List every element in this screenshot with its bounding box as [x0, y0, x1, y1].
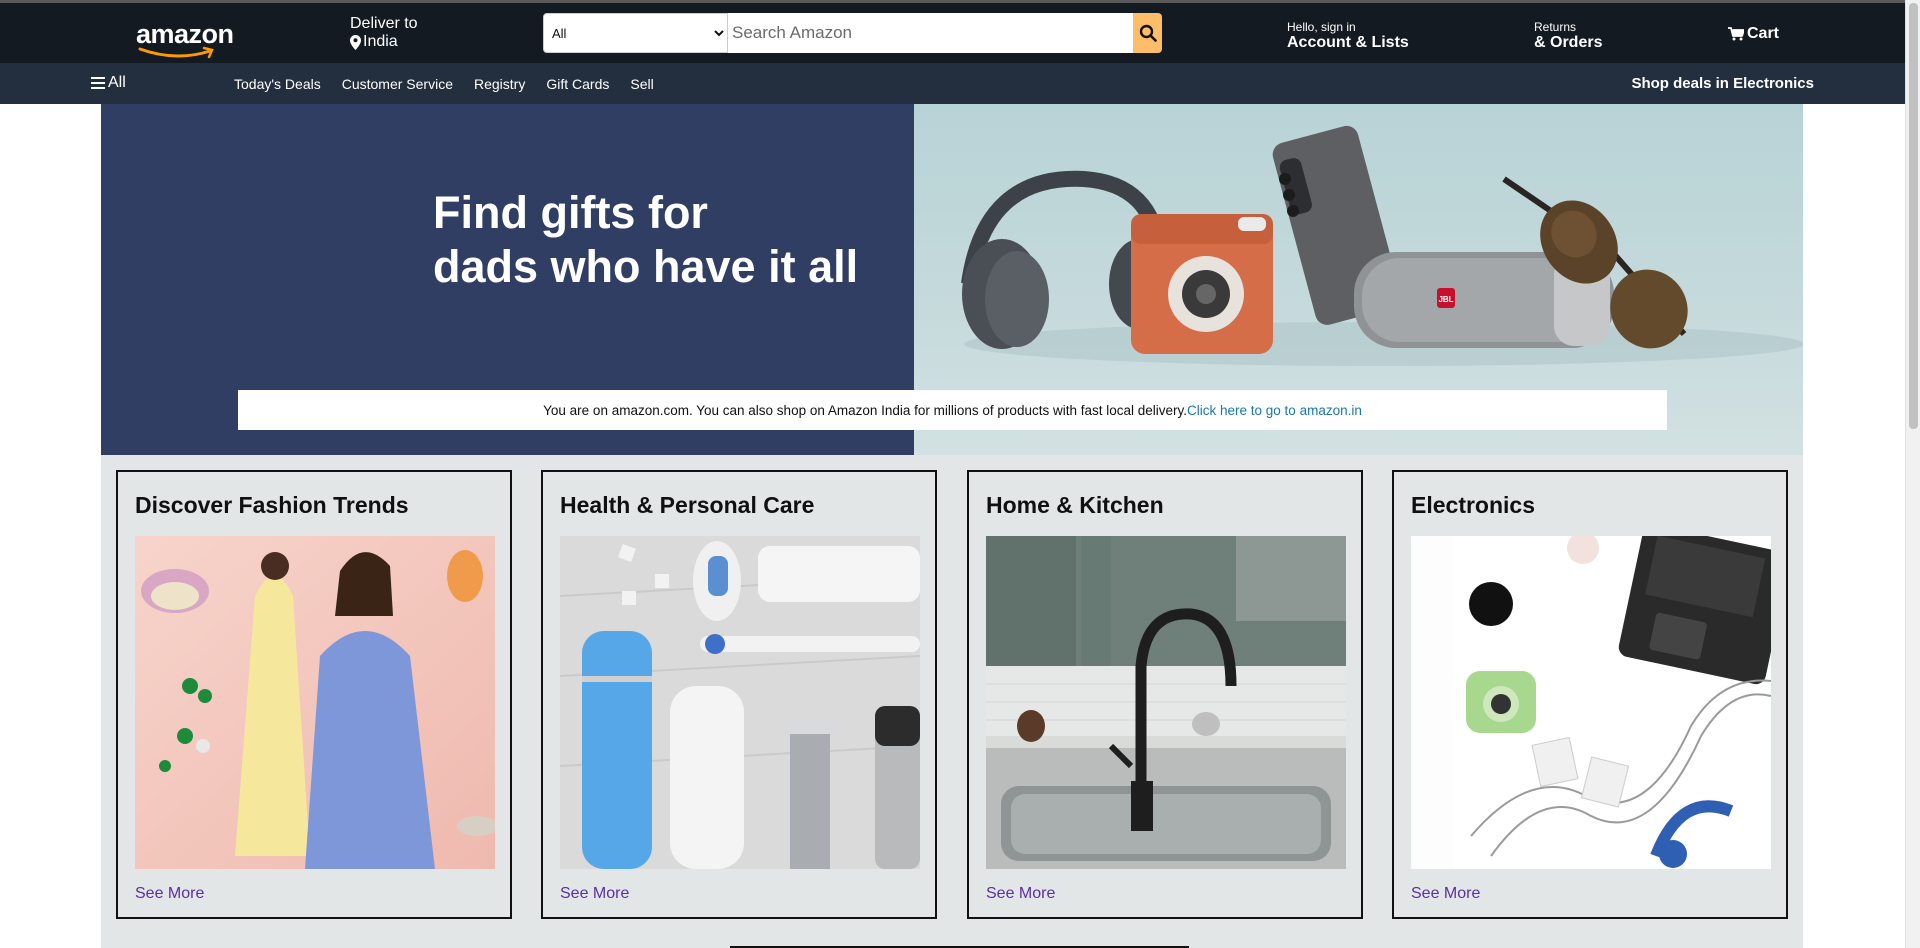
- page-scrollbar[interactable]: [1905, 0, 1920, 948]
- amazon-logo[interactable]: amazon: [136, 19, 234, 59]
- account-menu[interactable]: Hello, sign in Account & Lists: [1287, 19, 1409, 51]
- location-pin-icon: [350, 34, 361, 50]
- nav-link-registry[interactable]: Registry: [474, 76, 525, 92]
- account-greeting: Hello, sign in: [1287, 20, 1356, 34]
- hero-title: Find gifts for dads who have it all: [433, 186, 858, 294]
- nav-link-todays-deals[interactable]: Today's Deals: [234, 76, 321, 92]
- card-title: Discover Fashion Trends: [135, 492, 409, 518]
- nav-links: Today's Deals Customer Service Registry …: [234, 76, 654, 92]
- returns-orders[interactable]: Returns & Orders: [1534, 19, 1602, 51]
- kitchen-faucet-illustration: [986, 536, 1346, 869]
- instant-camera-icon: [1131, 214, 1273, 354]
- health-image[interactable]: [560, 536, 920, 869]
- hamburger-icon: [91, 77, 105, 89]
- deliver-to[interactable]: Deliver to India: [350, 15, 418, 51]
- electronics-flatlay-illustration: [1411, 536, 1771, 869]
- nav-link-gift-cards[interactable]: Gift Cards: [546, 76, 609, 92]
- see-more-link[interactable]: See More: [1411, 885, 1480, 903]
- nav-link-customer-service[interactable]: Customer Service: [342, 76, 453, 92]
- all-label: All: [108, 74, 126, 91]
- all-menu-button[interactable]: All: [91, 74, 126, 92]
- hero-title-line1: Find gifts for: [433, 187, 708, 238]
- logo-smile-icon: [138, 46, 214, 59]
- speaker-brand-badge: JBL: [1438, 295, 1453, 304]
- region-notice-link[interactable]: Click here to go to amazon.in: [1187, 403, 1362, 418]
- card-title: Health & Personal Care: [560, 492, 815, 518]
- deliver-label: Deliver to: [350, 15, 418, 32]
- search-bar: All: [543, 13, 1162, 53]
- main-content: Find gifts for dads who have it all JBL …: [101, 104, 1803, 948]
- category-cards: Discover Fashion Trends See More Health …: [116, 470, 1788, 920]
- hero-banner[interactable]: Find gifts for dads who have it all JBL …: [101, 104, 1803, 455]
- fashion-image[interactable]: [135, 536, 495, 869]
- orders-label: & Orders: [1534, 34, 1603, 51]
- logo-text: amazon: [136, 19, 234, 49]
- card-title: Electronics: [1411, 492, 1535, 518]
- region-notice-text: You are on amazon.com. You can also shop…: [543, 402, 1188, 418]
- electronics-image[interactable]: [1411, 536, 1771, 869]
- category-card-home-kitchen[interactable]: Home & Kitchen See More: [967, 470, 1363, 919]
- see-more-link[interactable]: See More: [560, 885, 629, 903]
- hero-title-line2: dads who have it all: [433, 241, 859, 292]
- search-input[interactable]: [728, 13, 1133, 53]
- fashion-models-illustration: [135, 536, 495, 869]
- nav-promo-electronics[interactable]: Shop deals in Electronics: [1631, 75, 1814, 92]
- account-lists-label: Account & Lists: [1287, 34, 1409, 51]
- nav-link-sell[interactable]: Sell: [630, 76, 653, 92]
- toiletries-illustration: [560, 536, 920, 869]
- header: amazon Deliver to India All Hello, s: [0, 3, 1905, 63]
- category-card-health[interactable]: Health & Personal Care See More: [541, 470, 937, 919]
- see-more-link[interactable]: See More: [986, 885, 1055, 903]
- card-title: Home & Kitchen: [986, 492, 1164, 518]
- category-card-fashion[interactable]: Discover Fashion Trends See More: [116, 470, 512, 919]
- region-notice: You are on amazon.com. You can also shop…: [238, 390, 1667, 430]
- nav-bar: All Today's Deals Customer Service Regis…: [0, 63, 1905, 104]
- cart-icon: [1728, 27, 1744, 41]
- deliver-location: India: [363, 33, 398, 50]
- returns-label: Returns: [1534, 20, 1577, 34]
- cart-label: Cart: [1747, 25, 1780, 42]
- search-category-select[interactable]: All: [543, 13, 728, 53]
- search-button[interactable]: [1133, 13, 1162, 53]
- scrollbar-thumb[interactable]: [1909, 3, 1918, 429]
- category-card-electronics[interactable]: Electronics See More: [1392, 470, 1788, 919]
- search-icon: [1139, 24, 1157, 42]
- cart-button[interactable]: Cart: [1728, 25, 1779, 43]
- see-more-link[interactable]: See More: [135, 885, 204, 903]
- kitchen-image[interactable]: [986, 536, 1346, 869]
